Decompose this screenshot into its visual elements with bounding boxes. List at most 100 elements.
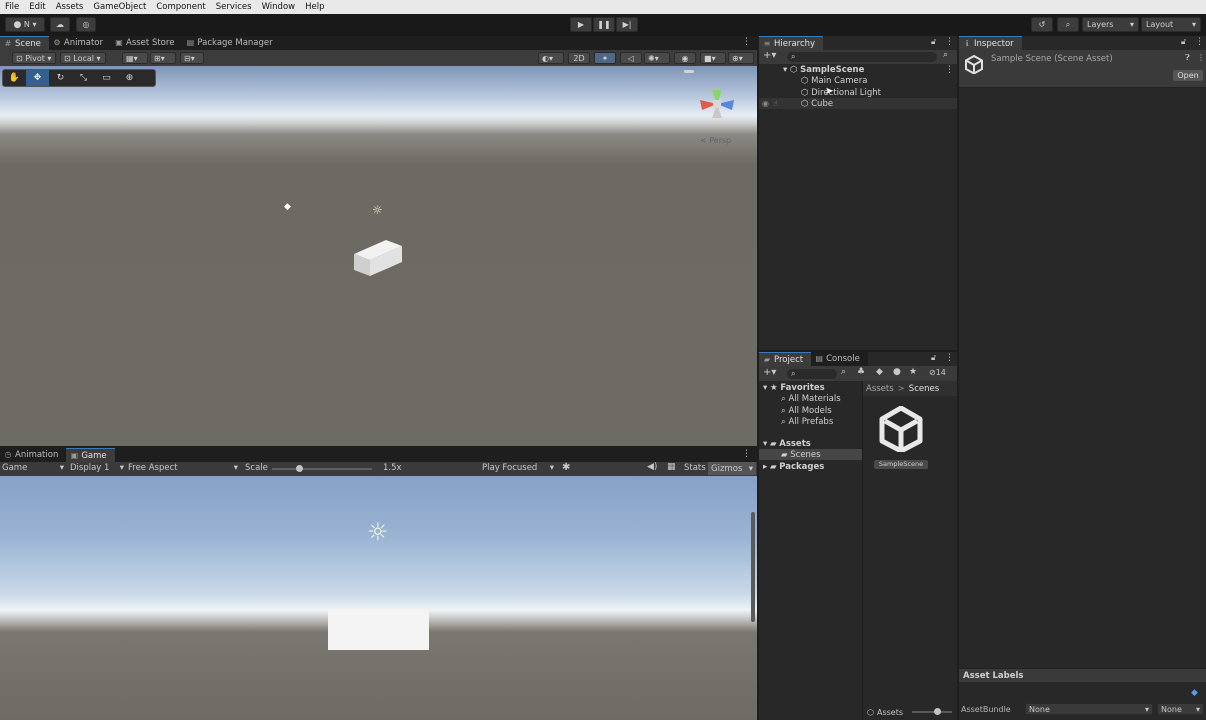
- scale-slider[interactable]: [272, 465, 372, 472]
- more-options-icon[interactable]: ⋮: [945, 37, 954, 47]
- persp-label[interactable]: < Persp: [700, 136, 731, 145]
- help-icon[interactable]: ❓︎: [1185, 53, 1190, 63]
- menu-edit[interactable]: Edit: [24, 2, 50, 12]
- tab-console[interactable]: ▤ Console: [811, 352, 868, 366]
- gizmos-button[interactable]: ⊕ ▾: [728, 52, 754, 64]
- add-icon[interactable]: +▾: [763, 50, 776, 61]
- pause-button[interactable]: ❚❚: [593, 17, 615, 32]
- lock-icon[interactable]: 🔓︎: [1181, 37, 1186, 47]
- search-scene-icon[interactable]: ⌕: [841, 367, 846, 377]
- hand-icon[interactable]: ✋: [3, 73, 26, 83]
- menu-services[interactable]: Services: [211, 2, 257, 12]
- menu-window[interactable]: Window: [257, 2, 301, 12]
- open-button[interactable]: Open: [1173, 70, 1203, 81]
- layout-dropdown[interactable]: Layout ▾: [1141, 17, 1201, 32]
- scene-viewport[interactable]: ✋ ✥ ↻ ⤡ ▭ ⊕ < Persp ◆ ☼: [0, 66, 757, 446]
- 2d-toggle[interactable]: 2D: [568, 52, 590, 64]
- collab-button[interactable]: ◎: [76, 17, 96, 32]
- search-filter-icon[interactable]: ⌕: [943, 50, 948, 60]
- hierarchy-search-input[interactable]: ⌕: [787, 52, 937, 62]
- icon-size-slider[interactable]: [912, 708, 953, 715]
- favorites-folder[interactable]: ▾ ★ Favorites: [763, 382, 825, 393]
- game-viewport[interactable]: ☼: [0, 476, 757, 720]
- icon-size-slider-handle[interactable]: [934, 708, 942, 715]
- shortcuts-icon[interactable]: ▦: [667, 462, 676, 472]
- tab-asset-store[interactable]: ▣ Asset Store: [111, 36, 183, 50]
- menu-component[interactable]: Component: [151, 2, 210, 12]
- label-filter-icon[interactable]: ◆: [876, 367, 883, 377]
- grid-snap-button[interactable]: ▦ ▾: [122, 52, 148, 64]
- transform-icon[interactable]: ⊕: [118, 73, 141, 83]
- account-dropdown[interactable]: ● N ▾: [5, 17, 45, 32]
- favorite-all-models[interactable]: ⌕ All Models: [781, 405, 832, 416]
- scale-slider-handle[interactable]: [296, 465, 303, 472]
- game-scrollbar[interactable]: [751, 512, 755, 622]
- tab-package-manager[interactable]: ▤ Package Manager: [182, 36, 281, 50]
- move-icon[interactable]: ✥: [26, 70, 49, 86]
- snap-increment-button[interactable]: ⊞ ▾: [150, 52, 176, 64]
- bug-icon[interactable]: ✱: [562, 462, 570, 473]
- pivot-toggle[interactable]: ⊡ Pivot ▾: [12, 52, 56, 64]
- more-options-icon[interactable]: ⋮: [742, 37, 751, 47]
- play-button[interactable]: ▶: [570, 17, 592, 32]
- orientation-gizmo-icon[interactable]: [690, 74, 744, 134]
- gizmo-handle[interactable]: [684, 70, 694, 73]
- pickability-icon[interactable]: ☝: [773, 99, 778, 108]
- cube-object[interactable]: [350, 236, 406, 278]
- menu-file[interactable]: File: [0, 2, 24, 12]
- asset-tile-samplescene[interactable]: SampleScene: [871, 406, 931, 470]
- hidden-packages-count[interactable]: ⊘14: [929, 368, 946, 377]
- gizmos-dropdown[interactable]: Gizmos ▾: [708, 462, 756, 475]
- menu-assets[interactable]: Assets: [51, 2, 89, 12]
- stats-button[interactable]: Stats: [684, 463, 706, 473]
- rotate-icon[interactable]: ↻: [49, 73, 72, 83]
- tag-icon[interactable]: ◆: [1191, 688, 1198, 698]
- layers-dropdown[interactable]: Layers ▾: [1082, 17, 1139, 32]
- asset-bundle-variant-dropdown[interactable]: None ▾: [1157, 703, 1204, 715]
- lock-icon[interactable]: 🔓︎: [931, 37, 936, 47]
- settings-icon[interactable]: ⋮: [1197, 53, 1205, 62]
- breadcrumb-assets[interactable]: Assets: [866, 384, 894, 394]
- tab-scene[interactable]: # Scene: [0, 36, 49, 50]
- more-options-icon[interactable]: ⋮: [1195, 37, 1204, 47]
- light-gizmo-icon[interactable]: ☼: [372, 203, 383, 217]
- type-filter-icon[interactable]: ♣: [857, 367, 865, 377]
- scene-options-icon[interactable]: ⋮: [945, 65, 954, 75]
- tab-game[interactable]: ▣ Game: [66, 448, 115, 462]
- history-button[interactable]: ↺: [1031, 17, 1053, 32]
- menu-gameobject[interactable]: GameObject: [88, 2, 151, 12]
- hidden-objects-toggle[interactable]: ◉: [674, 52, 696, 64]
- hierarchy-item-cube[interactable]: ⬡ Cube: [801, 98, 833, 109]
- display-dropdown[interactable]: Display 1 ▾: [70, 463, 124, 473]
- tab-hierarchy[interactable]: ≡ Hierarchy: [759, 36, 824, 50]
- assets-folder[interactable]: ▾ ▰ Assets: [763, 438, 811, 449]
- scenes-folder[interactable]: ▰ Scenes: [781, 449, 821, 460]
- step-button[interactable]: ▶|: [616, 17, 638, 32]
- camera-gizmo-icon[interactable]: ◆: [284, 202, 291, 212]
- lighting-toggle[interactable]: ✦: [594, 52, 616, 64]
- favorite-icon[interactable]: ★: [909, 367, 917, 377]
- mute-audio-icon[interactable]: ◀): [647, 462, 657, 472]
- hierarchy-item-main-camera[interactable]: ⬡ Main Camera: [801, 75, 867, 86]
- effects-toggle[interactable]: ✺ ▾: [644, 52, 670, 64]
- lock-icon[interactable]: 🔓︎: [931, 353, 936, 363]
- visibility-icon[interactable]: ◉: [762, 99, 769, 108]
- more-options-icon[interactable]: ⋮: [742, 449, 751, 459]
- asset-bundle-dropdown[interactable]: None ▾: [1025, 703, 1153, 715]
- cloud-button[interactable]: ☁: [50, 17, 70, 32]
- favorite-all-prefabs[interactable]: ⌕ All Prefabs: [781, 416, 833, 427]
- tab-animation[interactable]: ◷ Animation: [0, 448, 67, 462]
- hierarchy-scene-root[interactable]: ▾ ⬡ SampleScene: [783, 64, 864, 75]
- draw-mode-button[interactable]: ◐ ▾: [538, 52, 564, 64]
- breadcrumb-scenes[interactable]: Scenes: [909, 384, 939, 394]
- tab-project[interactable]: ▰ Project: [759, 352, 812, 366]
- favorite-all-materials[interactable]: ⌕ All Materials: [781, 393, 841, 404]
- packages-folder[interactable]: ▸ ▰ Packages: [763, 461, 824, 472]
- search-button[interactable]: ⌕: [1057, 17, 1079, 32]
- menu-help[interactable]: Help: [300, 2, 329, 12]
- log-filter-icon[interactable]: ●: [893, 367, 901, 377]
- local-toggle[interactable]: ⊡ Local ▾: [60, 52, 106, 64]
- project-search-input[interactable]: ⌕: [787, 369, 837, 379]
- play-focused-dropdown[interactable]: Play Focused ▾: [482, 463, 554, 473]
- hierarchy-item-directional-light[interactable]: ⬡ Directional Light: [801, 87, 881, 98]
